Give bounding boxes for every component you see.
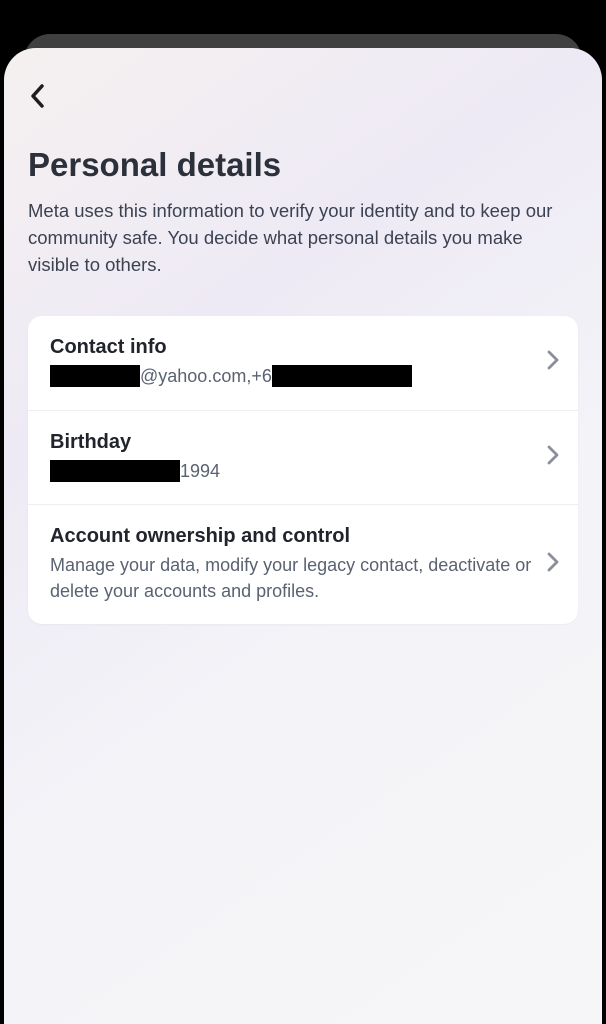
contact-info-title: Contact info bbox=[50, 336, 534, 359]
redacted-birthday-date bbox=[50, 460, 180, 482]
account-ownership-description: Manage your data, modify your legacy con… bbox=[50, 552, 534, 604]
list-item-content: Contact info @yahoo.com, +6 bbox=[50, 336, 534, 389]
list-item-content: Account ownership and control Manage you… bbox=[50, 525, 534, 604]
settings-card: Contact info @yahoo.com, +6 Birthday 199… bbox=[28, 316, 578, 623]
redacted-email-user bbox=[50, 365, 140, 387]
chevron-right-icon bbox=[546, 551, 560, 578]
chevron-right-icon bbox=[546, 444, 560, 471]
birthday-title: Birthday bbox=[50, 431, 534, 454]
page-description: Meta uses this information to verify you… bbox=[28, 198, 578, 278]
birthday-year: 1994 bbox=[180, 458, 220, 484]
back-button[interactable] bbox=[28, 76, 68, 116]
account-ownership-item[interactable]: Account ownership and control Manage you… bbox=[28, 505, 578, 624]
settings-sheet: Personal details Meta uses this informat… bbox=[4, 48, 602, 1024]
birthday-value: 1994 bbox=[50, 458, 534, 484]
page-title: Personal details bbox=[28, 146, 578, 184]
chevron-right-icon bbox=[546, 349, 560, 376]
contact-email-suffix: @yahoo.com, bbox=[140, 363, 251, 389]
redacted-phone-rest bbox=[272, 365, 412, 387]
list-item-content: Birthday 1994 bbox=[50, 431, 534, 484]
contact-phone-prefix: +6 bbox=[251, 363, 272, 389]
chevron-left-icon bbox=[28, 82, 48, 110]
birthday-item[interactable]: Birthday 1994 bbox=[28, 411, 578, 505]
account-ownership-title: Account ownership and control bbox=[50, 525, 534, 548]
contact-info-value: @yahoo.com, +6 bbox=[50, 363, 534, 389]
contact-info-item[interactable]: Contact info @yahoo.com, +6 bbox=[28, 316, 578, 410]
